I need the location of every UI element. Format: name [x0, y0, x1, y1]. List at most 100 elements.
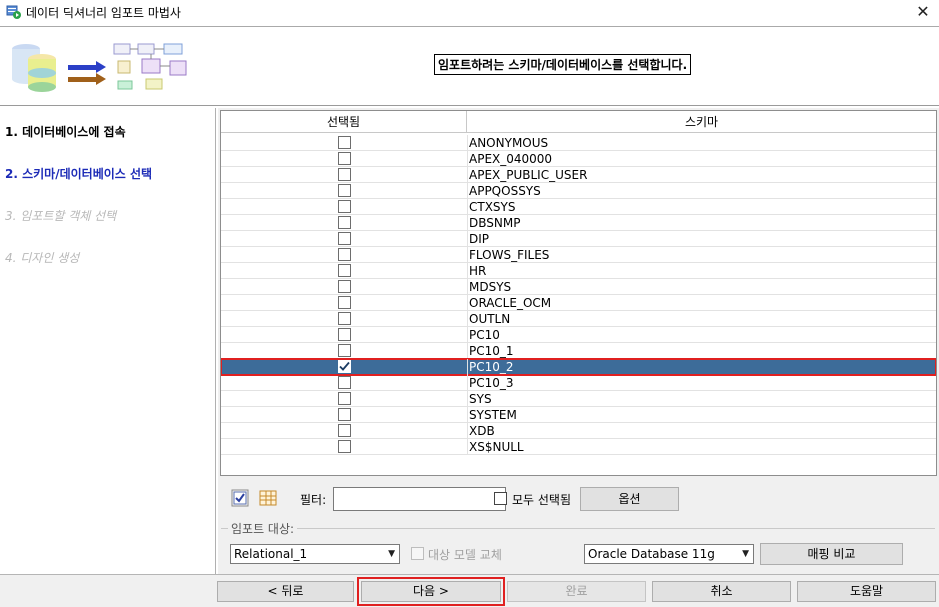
- column-separator: [467, 151, 468, 167]
- schema-row[interactable]: PC10_2: [221, 358, 936, 376]
- schema-name: SYSTEM: [469, 408, 517, 422]
- import-illustration-icon: [12, 43, 187, 92]
- step-connect-database[interactable]: 1. 데이터베이스에 접속: [5, 123, 126, 140]
- schema-name: XS$NULL: [469, 440, 524, 454]
- schema-select-checkbox[interactable]: [338, 408, 351, 421]
- schema-row[interactable]: DBSNMP: [221, 215, 936, 231]
- schema-row[interactable]: ANONYMOUS: [221, 135, 936, 151]
- step-select-objects: 3. 임포트할 객체 선택: [5, 209, 117, 223]
- back-button[interactable]: < 뒤로: [217, 581, 354, 602]
- next-button[interactable]: 다음 >: [357, 577, 505, 606]
- options-button[interactable]: 옵션: [580, 487, 679, 511]
- schema-name: DIP: [469, 232, 490, 246]
- target-model-value: Relational_1: [234, 547, 308, 561]
- schema-select-checkbox[interactable]: [338, 424, 351, 437]
- chevron-down-icon: ▼: [742, 549, 749, 559]
- schema-row[interactable]: PC10: [221, 327, 936, 343]
- schema-select-checkbox[interactable]: [338, 392, 351, 405]
- schema-row[interactable]: PC10_3: [221, 375, 936, 391]
- select-all-checkbox-icon[interactable]: [230, 488, 250, 508]
- close-button[interactable]: ✕: [907, 0, 939, 26]
- schema-row[interactable]: DIP: [221, 231, 936, 247]
- title-bar: 데이터 딕셔너리 임포트 마법사 ✕: [0, 0, 939, 26]
- column-header-selected[interactable]: 선택됨: [221, 111, 467, 133]
- column-separator: [467, 375, 468, 391]
- database-type-select[interactable]: Oracle Database 11g ▼: [584, 544, 754, 564]
- column-separator: [467, 295, 468, 311]
- column-separator: [467, 407, 468, 423]
- column-separator: [467, 247, 468, 263]
- schema-row[interactable]: ORACLE_OCM: [221, 295, 936, 311]
- schema-select-checkbox[interactable]: [338, 360, 351, 373]
- schema-row[interactable]: CTXSYS: [221, 199, 936, 215]
- finish-button: 완료: [507, 581, 646, 602]
- schema-select-checkbox[interactable]: [338, 296, 351, 309]
- schema-name: ORACLE_OCM: [469, 296, 552, 310]
- header-message: 임포트하려는 스키마/데이터베이스를 선택합니다.: [434, 54, 692, 75]
- schema-row[interactable]: XDB: [221, 423, 936, 439]
- schema-name: ANONYMOUS: [469, 136, 549, 150]
- schema-select-checkbox[interactable]: [338, 280, 351, 293]
- schema-grid: 선택됨 스키마 ANONYMOUS APEX_040000 APEX_PUBLIC_…: [220, 110, 937, 476]
- all-selected-label: 모두 선택됨: [512, 493, 572, 507]
- schema-name: FLOWS_FILES: [469, 248, 550, 262]
- wizard-app-icon: [6, 5, 21, 19]
- schema-select-checkbox[interactable]: [338, 136, 351, 149]
- schema-select-checkbox[interactable]: [338, 200, 351, 213]
- column-separator: [467, 199, 468, 215]
- schema-select-checkbox[interactable]: [338, 168, 351, 181]
- schema-select-checkbox[interactable]: [338, 264, 351, 277]
- column-separator: [467, 439, 468, 455]
- schema-select-checkbox[interactable]: [338, 312, 351, 325]
- schema-name: MDSYS: [469, 280, 512, 294]
- schema-name: XDB: [469, 424, 495, 438]
- schema-select-checkbox[interactable]: [338, 152, 351, 165]
- schema-select-checkbox[interactable]: [338, 248, 351, 261]
- column-separator: [467, 135, 468, 151]
- wizard-steps: 1. 데이터베이스에 접속 2. 스키마/데이터베이스 선택 3. 임포트할 객…: [0, 108, 216, 574]
- help-button[interactable]: 도움말: [797, 581, 936, 602]
- schema-select-checkbox[interactable]: [338, 440, 351, 453]
- schema-name: OUTLN: [469, 312, 511, 326]
- column-separator: [467, 231, 468, 247]
- schema-select-checkbox[interactable]: [338, 328, 351, 341]
- schema-row[interactable]: FLOWS_FILES: [221, 247, 936, 263]
- schema-row[interactable]: SYSTEM: [221, 407, 936, 423]
- cancel-button[interactable]: 취소: [652, 581, 791, 602]
- schema-select-checkbox[interactable]: [338, 232, 351, 245]
- schema-select-checkbox[interactable]: [338, 216, 351, 229]
- table-grid-icon[interactable]: [258, 488, 278, 508]
- step-select-schema[interactable]: 2. 스키마/데이터베이스 선택: [5, 165, 152, 182]
- schema-row[interactable]: MDSYS: [221, 279, 936, 295]
- filter-input[interactable]: [333, 487, 506, 511]
- checkmark-icon: [339, 361, 350, 371]
- column-separator: [467, 391, 468, 407]
- target-model-select[interactable]: Relational_1 ▼: [230, 544, 400, 564]
- schema-row[interactable]: SYS: [221, 391, 936, 407]
- schema-row[interactable]: APEX_040000: [221, 151, 936, 167]
- schema-name: APEX_040000: [469, 152, 553, 166]
- schema-select-checkbox[interactable]: [338, 184, 351, 197]
- schema-select-checkbox[interactable]: [338, 376, 351, 389]
- schema-row[interactable]: APPQOSSYS: [221, 183, 936, 199]
- schema-name: APEX_PUBLIC_USER: [469, 168, 588, 182]
- column-separator: [467, 343, 468, 359]
- schema-row[interactable]: APEX_PUBLIC_USER: [221, 167, 936, 183]
- column-separator: [467, 311, 468, 327]
- wizard-footer: < 뒤로 다음 > 완료 취소 도움말: [0, 574, 939, 607]
- compare-mapping-button[interactable]: 매핑 비교: [760, 543, 903, 565]
- schema-name: CTXSYS: [469, 200, 516, 214]
- schema-row[interactable]: PC10_1: [221, 343, 936, 359]
- wizard-header: 임포트하려는 스키마/데이터베이스를 선택합니다.: [0, 26, 939, 106]
- schema-select-checkbox[interactable]: [338, 344, 351, 357]
- import-target-label: 임포트 대상:: [228, 520, 298, 537]
- schema-row[interactable]: HR: [221, 263, 936, 279]
- all-selected-checkbox[interactable]: [494, 492, 507, 505]
- grid-header: 선택됨 스키마: [221, 111, 936, 133]
- schema-name: PC10_3: [469, 376, 514, 390]
- schema-name: APPQOSSYS: [469, 184, 541, 198]
- schema-row[interactable]: XS$NULL: [221, 439, 936, 455]
- schema-row[interactable]: OUTLN: [221, 311, 936, 327]
- column-header-schema[interactable]: 스키마: [467, 111, 936, 133]
- column-separator: [467, 327, 468, 343]
